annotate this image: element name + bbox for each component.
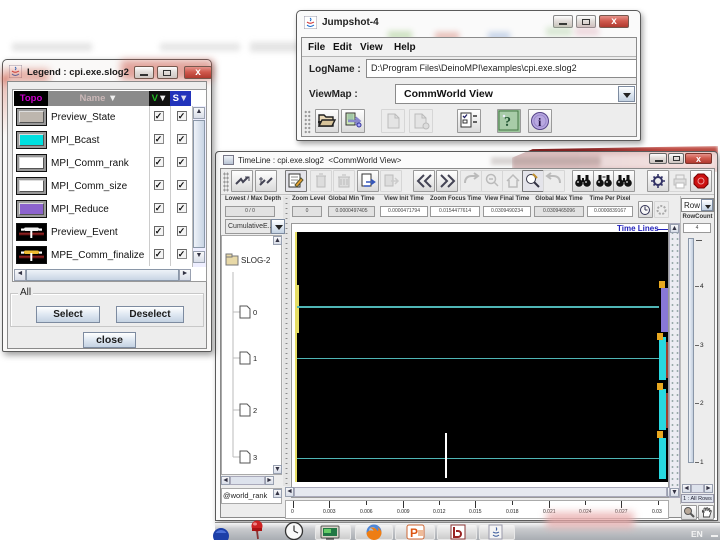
svg-text:?: ? [504, 115, 511, 130]
svg-text:P: P [410, 526, 418, 540]
